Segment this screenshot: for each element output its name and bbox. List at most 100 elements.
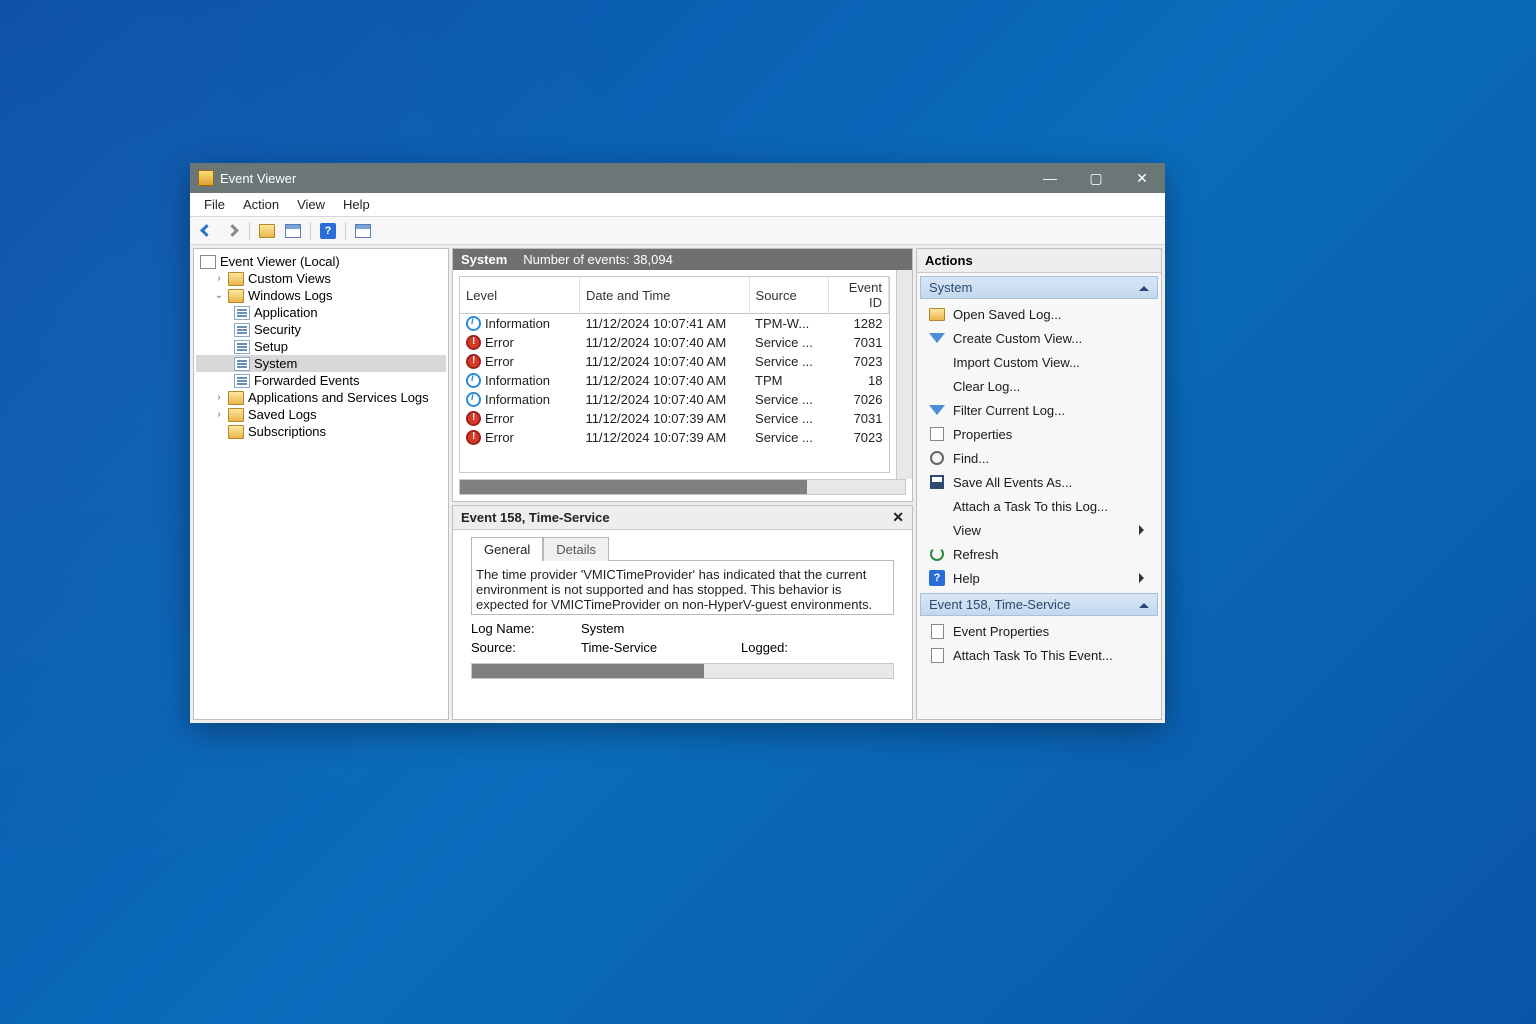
- action-label: Help: [953, 571, 980, 586]
- folder-icon: [228, 408, 244, 422]
- document-icon: [931, 648, 944, 663]
- action-label: Attach Task To This Event...: [953, 648, 1113, 663]
- action-label: Clear Log...: [953, 379, 1020, 394]
- tree-forwarded[interactable]: Forwarded Events: [196, 372, 446, 389]
- menu-help[interactable]: Help: [335, 195, 378, 214]
- tab-details[interactable]: Details: [543, 537, 609, 561]
- tree-root[interactable]: Event Viewer (Local): [196, 253, 446, 270]
- menubar: File Action View Help: [190, 193, 1165, 217]
- action-label: Refresh: [953, 547, 999, 562]
- event-properties-grid: Log Name: System Source: Time-Service Lo…: [471, 621, 894, 655]
- actions-title: Actions: [917, 249, 1161, 273]
- action-label: Create Custom View...: [953, 331, 1082, 346]
- tree-windows-logs[interactable]: ⌄ Windows Logs: [196, 287, 446, 304]
- collapse-icon[interactable]: ⌄: [214, 290, 224, 301]
- panel-button-2[interactable]: [351, 220, 375, 242]
- table-row[interactable]: Error11/12/2024 10:07:40 AMService ...70…: [460, 333, 889, 352]
- tree-setup[interactable]: Setup: [196, 338, 446, 355]
- help-button[interactable]: ?: [316, 220, 340, 242]
- tree-application[interactable]: Application: [196, 304, 446, 321]
- minimize-button[interactable]: —: [1027, 163, 1073, 193]
- tree-label: Setup: [254, 339, 288, 354]
- expand-icon[interactable]: ›: [214, 392, 224, 403]
- folder-open-icon: [929, 308, 945, 321]
- navigation-tree[interactable]: Event Viewer (Local) › Custom Views ⌄ Wi…: [193, 248, 449, 720]
- menu-action[interactable]: Action: [235, 195, 287, 214]
- events-grid[interactable]: Level Date and Time Source Event ID Info…: [459, 276, 890, 473]
- close-detail-button[interactable]: ✕: [892, 509, 904, 526]
- show-hide-tree-button[interactable]: [255, 220, 279, 242]
- action-properties[interactable]: Properties: [917, 422, 1161, 446]
- action-filter-log[interactable]: Filter Current Log...: [917, 398, 1161, 422]
- section-label: System: [929, 280, 972, 295]
- events-count: Number of events: 38,094: [523, 252, 673, 267]
- tree-apps-services[interactable]: › Applications and Services Logs: [196, 389, 446, 406]
- menu-file[interactable]: File: [196, 195, 233, 214]
- titlebar[interactable]: Event Viewer — ▢ ✕: [190, 163, 1165, 193]
- tree-security[interactable]: Security: [196, 321, 446, 338]
- action-open-saved-log[interactable]: Open Saved Log...: [917, 302, 1161, 326]
- forward-button[interactable]: [220, 220, 244, 242]
- events-header: System Number of events: 38,094: [453, 249, 912, 270]
- collapse-icon: [1139, 598, 1149, 608]
- action-import-custom-view[interactable]: Import Custom View...: [917, 350, 1161, 374]
- tab-general[interactable]: General: [471, 537, 543, 561]
- maximize-button[interactable]: ▢: [1073, 163, 1119, 193]
- logname-value: System: [581, 621, 741, 636]
- action-save-all[interactable]: Save All Events As...: [917, 470, 1161, 494]
- content-area: Event Viewer (Local) › Custom Views ⌄ Wi…: [190, 245, 1165, 723]
- table-row[interactable]: Information11/12/2024 10:07:40 AMTPM18: [460, 371, 889, 390]
- tree-subscriptions[interactable]: Subscriptions: [196, 423, 446, 440]
- table-row[interactable]: Information11/12/2024 10:07:41 AMTPM-W..…: [460, 314, 889, 334]
- action-clear-log[interactable]: Clear Log...: [917, 374, 1161, 398]
- tree-label: Subscriptions: [248, 424, 326, 439]
- tree-system[interactable]: System: [196, 355, 446, 372]
- action-view-submenu[interactable]: View: [917, 518, 1161, 542]
- expand-icon[interactable]: ›: [214, 409, 224, 420]
- table-row[interactable]: Error11/12/2024 10:07:40 AMService ...70…: [460, 352, 889, 371]
- action-attach-task[interactable]: Attach a Task To this Log...: [917, 494, 1161, 518]
- actions-section-event[interactable]: Event 158, Time-Service: [920, 593, 1158, 616]
- action-label: Save All Events As...: [953, 475, 1072, 490]
- action-find[interactable]: Find...: [917, 446, 1161, 470]
- info-icon: [466, 316, 481, 331]
- table-row[interactable]: Error11/12/2024 10:07:39 AMService ...70…: [460, 409, 889, 428]
- action-label: Properties: [953, 427, 1012, 442]
- action-create-custom-view[interactable]: Create Custom View...: [917, 326, 1161, 350]
- horizontal-scrollbar[interactable]: [459, 479, 906, 495]
- expand-icon[interactable]: ›: [214, 273, 224, 284]
- tree-label: Forwarded Events: [254, 373, 360, 388]
- panel-button-1[interactable]: [281, 220, 305, 242]
- action-label: Filter Current Log...: [953, 403, 1065, 418]
- window-title: Event Viewer: [220, 171, 296, 186]
- events-panel: System Number of events: 38,094 Level Da…: [452, 248, 913, 502]
- col-datetime[interactable]: Date and Time: [579, 277, 749, 314]
- tree-saved-logs[interactable]: › Saved Logs: [196, 406, 446, 423]
- log-icon: [234, 306, 250, 320]
- log-icon: [234, 357, 250, 371]
- folder-icon: [228, 425, 244, 439]
- col-level[interactable]: Level: [460, 277, 579, 314]
- menu-view[interactable]: View: [289, 195, 333, 214]
- close-button[interactable]: ✕: [1119, 163, 1165, 193]
- col-source[interactable]: Source: [749, 277, 829, 314]
- action-label: Import Custom View...: [953, 355, 1080, 370]
- computer-icon: [200, 255, 216, 269]
- back-button[interactable]: [194, 220, 218, 242]
- action-help[interactable]: ?Help: [917, 566, 1161, 590]
- action-label: Find...: [953, 451, 989, 466]
- col-eventid[interactable]: Event ID: [829, 277, 889, 314]
- action-refresh[interactable]: Refresh: [917, 542, 1161, 566]
- tree-custom-views[interactable]: › Custom Views: [196, 270, 446, 287]
- action-event-properties[interactable]: Event Properties: [917, 619, 1161, 643]
- log-icon: [234, 374, 250, 388]
- action-attach-task-event[interactable]: Attach Task To This Event...: [917, 643, 1161, 667]
- detail-scrollbar[interactable]: [471, 663, 894, 679]
- table-row[interactable]: Error11/12/2024 10:07:39 AMService ...70…: [460, 428, 889, 447]
- tree-label: Windows Logs: [248, 288, 333, 303]
- table-row[interactable]: Information11/12/2024 10:07:40 AMService…: [460, 390, 889, 409]
- vertical-scrollbar[interactable]: [896, 270, 912, 479]
- actions-section-system[interactable]: System: [920, 276, 1158, 299]
- tree-label: Event Viewer (Local): [220, 254, 340, 269]
- events-table: Level Date and Time Source Event ID Info…: [460, 277, 889, 447]
